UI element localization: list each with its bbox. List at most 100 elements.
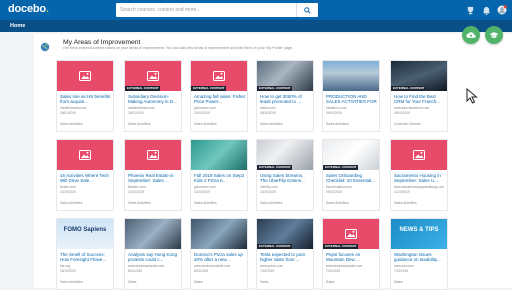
upload-cloud-button[interactable]	[462, 26, 480, 44]
card-date: 05/10/2019	[394, 111, 410, 115]
card-thumbnail[interactable]	[191, 219, 247, 249]
card-title[interactable]: Phoenix Real Estate in September: Sales …	[128, 173, 180, 184]
card-thumbnail[interactable]: EXTERNAL CONTENT	[257, 219, 313, 249]
content-card[interactable]: Phoenix Real Estate in September: Sales …	[124, 139, 182, 211]
user-avatar-icon[interactable]	[496, 4, 508, 16]
card-category: Sales	[326, 280, 335, 284]
content-card[interactable]: EXTERNAL CONTENT Sales Onboarding Checkli…	[322, 139, 380, 211]
card-category: Sales Activities	[194, 122, 217, 126]
content-card[interactable]: EXTERNAL CONTENT Using Sales Streams, The…	[256, 139, 314, 211]
card-thumbnail[interactable]: EXTERNAL CONTENT	[191, 61, 247, 91]
card-title[interactable]: Amazing fall sales: Fisher Price Power..…	[194, 94, 246, 105]
card-source: linkedin.com	[128, 185, 146, 189]
search-icon	[304, 6, 311, 14]
card-title[interactable]: How to get 3050% of leads promoted to ..…	[260, 94, 312, 105]
card-thumbnail[interactable]: EXTERNAL CONTENT	[391, 61, 447, 91]
external-content-badge: EXTERNAL CONTENT	[191, 86, 227, 91]
card-title[interactable]: 16 Activities Where Tech Will Drive Sale…	[60, 173, 112, 184]
card-thumbnail[interactable]: NEWS & TIPS	[391, 219, 447, 249]
card-title[interactable]: Tesla expected to post higher sales from…	[260, 252, 312, 263]
content-card[interactable]: FOMO Sapiens The Smell of Success: How Fo…	[56, 218, 114, 290]
card-thumbnail[interactable]: EXTERNAL CONTENT	[323, 219, 379, 249]
content-card[interactable]: EXTERNAL CONTENT Amazing fall sales: Fish…	[190, 60, 248, 132]
card-title[interactable]: Subsidiary Decision-Making Autonomy in D…	[128, 94, 180, 105]
card-title[interactable]: The Smell of Success: How Foresight Flow…	[60, 252, 112, 263]
card-thumbnail[interactable]	[57, 61, 113, 91]
picture-placeholder-icon	[413, 150, 425, 160]
card-source: www.businessinsider.com	[326, 264, 363, 268]
card-thumbnail[interactable]	[57, 140, 113, 170]
content-card[interactable]: NEWS & TIPS Washington issues guidance on…	[390, 218, 448, 290]
card-title[interactable]: Analysts say Hong Kong protests could c.…	[128, 252, 180, 263]
card-date: 8/10/2019	[194, 269, 209, 273]
card-thumbnail[interactable]: FOMO Sapiens	[57, 219, 113, 249]
card-title[interactable]: Fall 2019 Sales on Step2 Kids 2 Pizza K.…	[194, 173, 246, 184]
card-category: Sales Activities	[60, 201, 83, 205]
card-thumbnail[interactable]	[323, 61, 379, 91]
docebo-logo[interactable]: docebo.	[8, 3, 49, 15]
card-thumbnail[interactable]	[125, 219, 181, 249]
card-source: gotcomme.com	[194, 106, 216, 110]
card-thumbnail[interactable]: EXTERNAL CONTENT	[125, 61, 181, 91]
card-source: insidehimedia.com	[128, 106, 155, 110]
card-title[interactable]: Domino's Pizza sales up 20% after a new.…	[194, 252, 246, 263]
cloud-upload-icon	[466, 32, 476, 38]
card-thumbnail[interactable]: EXTERNAL CONTENT	[257, 140, 313, 170]
external-content-badge: EXTERNAL CONTENT	[391, 86, 427, 91]
card-source: gotcomme.com	[194, 185, 216, 189]
section-title: My Areas of Improvement	[63, 39, 141, 46]
card-category: Sales Activities	[60, 280, 83, 284]
card-thumbnail[interactable]	[191, 140, 247, 170]
content-card[interactable]: EXTERNAL CONTENT How to get 3050% of lead…	[256, 60, 314, 132]
card-source: www.businessinsider.com	[128, 264, 165, 268]
card-category: Sales Activities	[260, 122, 283, 126]
card-title[interactable]: PRODUCTION AND SALES ACTIVITIES FOR ...	[326, 94, 378, 104]
card-title[interactable]: How to Find the Best CRM for Your Franch…	[394, 94, 446, 105]
thumbnail-caption: FOMO Sapiens	[63, 227, 107, 233]
external-content-badge: EXTERNAL CONTENT	[125, 86, 161, 91]
graduation-cap-button[interactable]	[485, 26, 503, 44]
content-card[interactable]: PRODUCTION AND SALES ACTIVITIES FOR ... i…	[322, 60, 380, 132]
trophy-icon[interactable]	[464, 4, 476, 16]
card-date: 10/10/2019	[194, 190, 210, 194]
card-date: 29/01/2019	[60, 111, 76, 115]
section-subtitle: Get fresh external content based on your…	[63, 46, 294, 50]
card-thumbnail[interactable]: EXTERNAL CONTENT	[257, 61, 313, 91]
card-category: Sales Activities	[260, 201, 283, 205]
content-card[interactable]: Sacramento Housing in September: Sales U…	[390, 139, 448, 211]
notifications-icon[interactable]	[480, 4, 492, 16]
breadcrumb-bar: Home	[0, 20, 512, 32]
external-content-badge: EXTERNAL CONTENT	[257, 86, 293, 91]
card-title[interactable]: Sales rise as HS benefits from acquisi..…	[60, 94, 112, 105]
card-category: Sales	[260, 280, 269, 284]
search-input[interactable]	[116, 3, 296, 17]
card-source: forbes.com	[60, 185, 76, 189]
external-content-badge: EXTERNAL CONTENT	[257, 244, 293, 249]
content-card[interactable]: EXTERNAL CONTENT Subsidiary Decision-Maki…	[124, 60, 182, 132]
home-link[interactable]: Home	[10, 23, 25, 29]
card-title[interactable]: Sacramento Housing in September: Sales U…	[394, 173, 446, 184]
card-thumbnail[interactable]	[125, 140, 181, 170]
card-date: 10/10/2019	[260, 190, 276, 194]
content-card[interactable]: Sales rise as HS benefits from acquisi..…	[56, 60, 114, 132]
picture-placeholder-icon	[79, 150, 91, 160]
card-thumbnail[interactable]	[391, 140, 447, 170]
card-title[interactable]: Pepsi focuses on Mountain Dew ...	[326, 252, 378, 263]
content-card[interactable]: EXTERNAL CONTENT Pepsi focuses on Mountai…	[322, 218, 380, 290]
card-title[interactable]: Using Sales Streams, The UberFlip Extens…	[260, 173, 312, 184]
card-title[interactable]: Washington issues guidance on taxability…	[394, 252, 446, 263]
content-card[interactable]: EXTERNAL CONTENT How to Find the Best CRM…	[390, 60, 448, 132]
card-date: 7/10/2019	[394, 269, 409, 273]
content-card[interactable]: Fall 2019 Sales on Step2 Kids 2 Pizza K.…	[190, 139, 248, 211]
content-card[interactable]: EXTERNAL CONTENT Tesla expected to post h…	[256, 218, 314, 290]
card-category: Sales Activities	[128, 201, 151, 205]
content-card[interactable]: Analysts say Hong Kong protests could c.…	[124, 218, 182, 290]
globe-icon	[40, 39, 50, 52]
content-card[interactable]: 16 Activities Where Tech Will Drive Sale…	[56, 139, 114, 211]
content-card[interactable]: Domino's Pizza sales up 20% after a new.…	[190, 218, 248, 290]
card-thumbnail[interactable]: EXTERNAL CONTENT	[323, 140, 379, 170]
card-title[interactable]: Sales Onboarding Checklist: 10 Essential…	[326, 173, 378, 184]
card-category: Sales Activities	[394, 201, 417, 205]
external-content-badge: EXTERNAL CONTENT	[257, 165, 293, 170]
search-button[interactable]	[296, 3, 318, 17]
